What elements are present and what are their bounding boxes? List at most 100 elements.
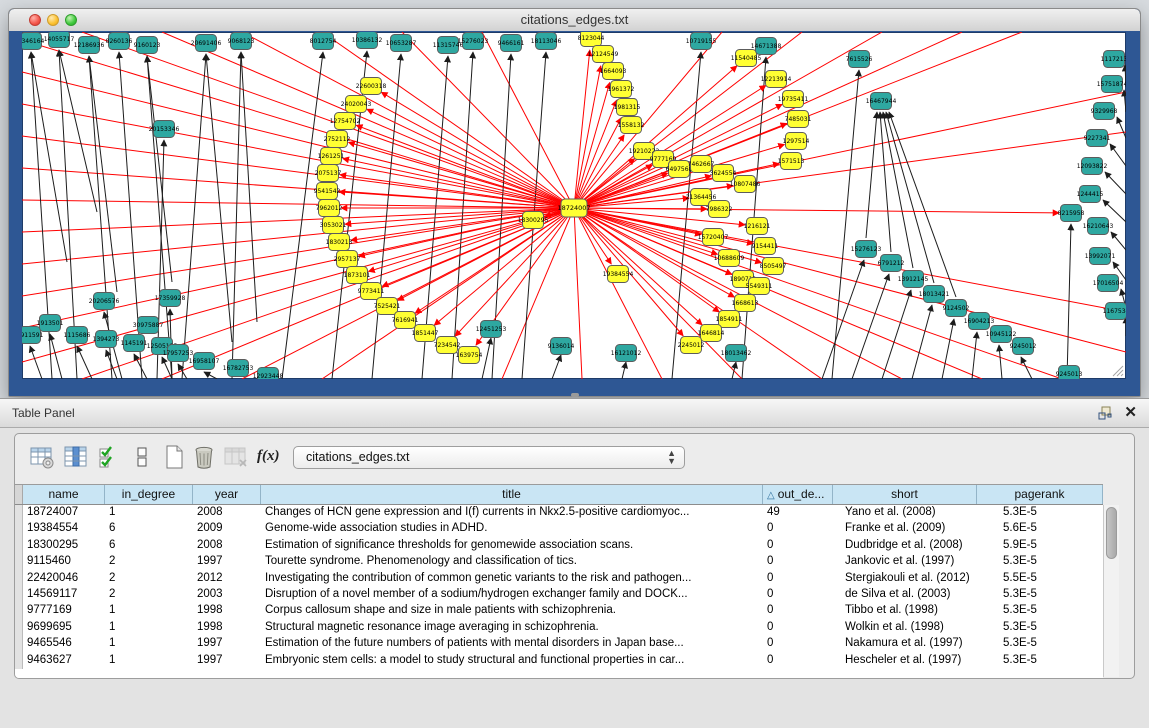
new-document-button[interactable] [161, 444, 187, 470]
network-node[interactable]: 2752112 [324, 131, 351, 148]
row-height-button[interactable] [129, 444, 155, 470]
network-node[interactable]: 1297514 [783, 133, 810, 150]
table-vertical-scrollbar[interactable] [1103, 505, 1119, 677]
table-cell[interactable]: 1997 [197, 654, 223, 666]
table-row[interactable]: 911546021997Tourette syndrome. Phenomeno… [15, 554, 1103, 570]
network-node[interactable]: 7234542 [434, 337, 461, 354]
table-cell[interactable]: 19384554 [27, 522, 78, 534]
network-node[interactable]: 1115686 [64, 327, 91, 344]
table-cell[interactable]: 0 [767, 555, 773, 567]
table-cell[interactable]: Tibbo et al. (1998) [845, 604, 938, 616]
window-titlebar[interactable]: citations_edges.txt [9, 9, 1140, 32]
table-cell[interactable]: 2012 [197, 572, 223, 584]
network-node[interactable]: 8215958 [1058, 205, 1085, 222]
table-row[interactable]: 1830029562008Estimation of significance … [15, 538, 1103, 554]
table-cell[interactable]: 2003 [197, 588, 223, 600]
network-node[interactable]: 10719155 [686, 33, 717, 50]
network-node[interactable]: 1664093 [600, 63, 627, 80]
trash-button[interactable] [191, 444, 217, 470]
network-node[interactable]: 20206576 [89, 293, 120, 310]
column-header-title[interactable]: title [261, 485, 763, 504]
table-cell[interactable]: 9115460 [27, 555, 71, 567]
table-cell[interactable]: 18300295 [27, 539, 78, 551]
network-node[interactable]: 19384554 [603, 266, 634, 283]
table-cell[interactable]: Disruption of a novel member of a sodium… [265, 588, 759, 600]
network-node[interactable]: 8260136 [106, 33, 133, 50]
network-node[interactable]: 16121012 [611, 345, 642, 362]
table-cell[interactable]: Stergiakouli et al. (2012) [845, 572, 970, 584]
network-node[interactable]: 10653287 [386, 35, 417, 52]
table-cell[interactable]: 1 [109, 621, 115, 633]
table-row[interactable]: 946554611997Estimation of the future num… [15, 636, 1103, 652]
table-cell[interactable]: 5.3E-5 [1003, 555, 1037, 567]
table-cell[interactable]: 9463627 [27, 654, 72, 666]
network-node[interactable]: 20153346 [149, 121, 180, 138]
network-node[interactable]: 1571513 [778, 153, 805, 170]
network-node[interactable]: 16210643 [1083, 218, 1114, 235]
float-panel-icon[interactable] [1097, 405, 1113, 421]
network-node[interactable]: 7615526 [846, 51, 873, 68]
network-node[interactable]: 9160123 [134, 37, 161, 54]
table-cell[interactable]: 9699695 [27, 621, 72, 633]
network-node[interactable]: 15751874 [1097, 76, 1126, 93]
table-cell[interactable]: 49 [767, 506, 780, 518]
table-select-dropdown[interactable]: citations_edges.txt ▲▼ [293, 446, 685, 469]
table-cell[interactable]: Structural magnetic resonance image aver… [265, 621, 759, 633]
scrollbar-thumb[interactable] [1106, 507, 1117, 559]
network-node[interactable]: 9541542 [314, 183, 341, 200]
close-panel-icon[interactable]: ✕ [1124, 403, 1137, 421]
network-node[interactable]: 9245012 [1010, 338, 1037, 355]
network-node[interactable]: 10386132 [352, 32, 383, 49]
table-cell[interactable]: 1 [109, 506, 115, 518]
network-node[interactable]: 17359928 [155, 290, 186, 307]
network-node[interactable]: 19735411 [778, 91, 809, 108]
table-row[interactable]: 1456911722003Disruption of a novel membe… [15, 587, 1103, 603]
table-cell[interactable]: Embryonic stem cells: a model to study s… [265, 654, 759, 666]
network-node[interactable]: 10688609 [714, 250, 745, 267]
network-node[interactable]: 1873101 [344, 267, 371, 284]
network-node[interactable]: 20691406 [191, 35, 222, 52]
table-cell[interactable]: 5.3E-5 [1003, 621, 1037, 633]
network-node[interactable]: 1961372 [608, 81, 635, 98]
network-node[interactable]: 9124502 [943, 300, 970, 317]
table-cell[interactable]: 0 [767, 604, 773, 616]
table-cell[interactable]: Wolkin et al. (1998) [845, 621, 944, 633]
network-node[interactable]: 14055717 [44, 32, 75, 48]
table-row[interactable]: 1872400712008Changes of HCN gene express… [15, 505, 1103, 521]
network-node[interactable]: 18724007 [557, 199, 590, 217]
network-node[interactable]: 1117213 [1101, 51, 1126, 68]
network-node[interactable]: 16904213 [964, 313, 995, 330]
network-node[interactable]: 1639754 [456, 347, 483, 364]
table-cell[interactable]: Jankovic et al. (1997) [845, 555, 954, 567]
network-node[interactable]: 1261251 [318, 148, 345, 165]
table-cell[interactable]: de Silva et al. (2003) [845, 588, 950, 600]
column-header-out_de[interactable]: △out_de... [763, 485, 833, 504]
table-cell[interactable]: 5.6E-5 [1003, 522, 1037, 534]
network-node[interactable]: 9154411 [752, 238, 779, 255]
network-node[interactable]: 1913501 [37, 315, 64, 332]
table-cell[interactable]: 5.3E-5 [1003, 654, 1037, 666]
network-node[interactable]: 7485031 [785, 111, 812, 128]
network-node[interactable]: 1981315 [614, 99, 641, 116]
column-header-in_degree[interactable]: in_degree [105, 485, 193, 504]
network-node[interactable]: 10945122 [986, 326, 1017, 343]
table-row[interactable]: 977716911998Corpus callosum shape and si… [15, 603, 1103, 619]
table-cell[interactable]: 22420046 [27, 572, 78, 584]
table-cell[interactable]: 0 [767, 588, 773, 600]
network-node[interactable]: 8012754 [310, 33, 337, 50]
network-node[interactable]: 18013462 [721, 345, 752, 362]
network-node[interactable]: 1394273 [93, 331, 120, 348]
table-cell[interactable]: 5.3E-5 [1003, 588, 1037, 600]
network-node[interactable]: 15276123 [851, 241, 882, 258]
table-row[interactable]: 2242004622012Investigating the contribut… [15, 571, 1103, 587]
network-node[interactable]: 7616941 [392, 312, 419, 329]
network-node[interactable]: 9466161 [498, 35, 525, 52]
table-cell[interactable]: Estimation of the future numbers of pati… [265, 637, 759, 649]
network-node[interactable]: 1216121 [744, 218, 771, 235]
network-node[interactable]: 18113046 [531, 33, 562, 50]
network-node[interactable]: 9227341 [1084, 130, 1111, 147]
table-cell[interactable]: Franke et al. (2009) [845, 522, 945, 534]
network-node[interactable]: 12093822 [1077, 158, 1108, 175]
column-header-year[interactable]: year [193, 485, 261, 504]
table-cell[interactable]: 9777169 [27, 604, 72, 616]
